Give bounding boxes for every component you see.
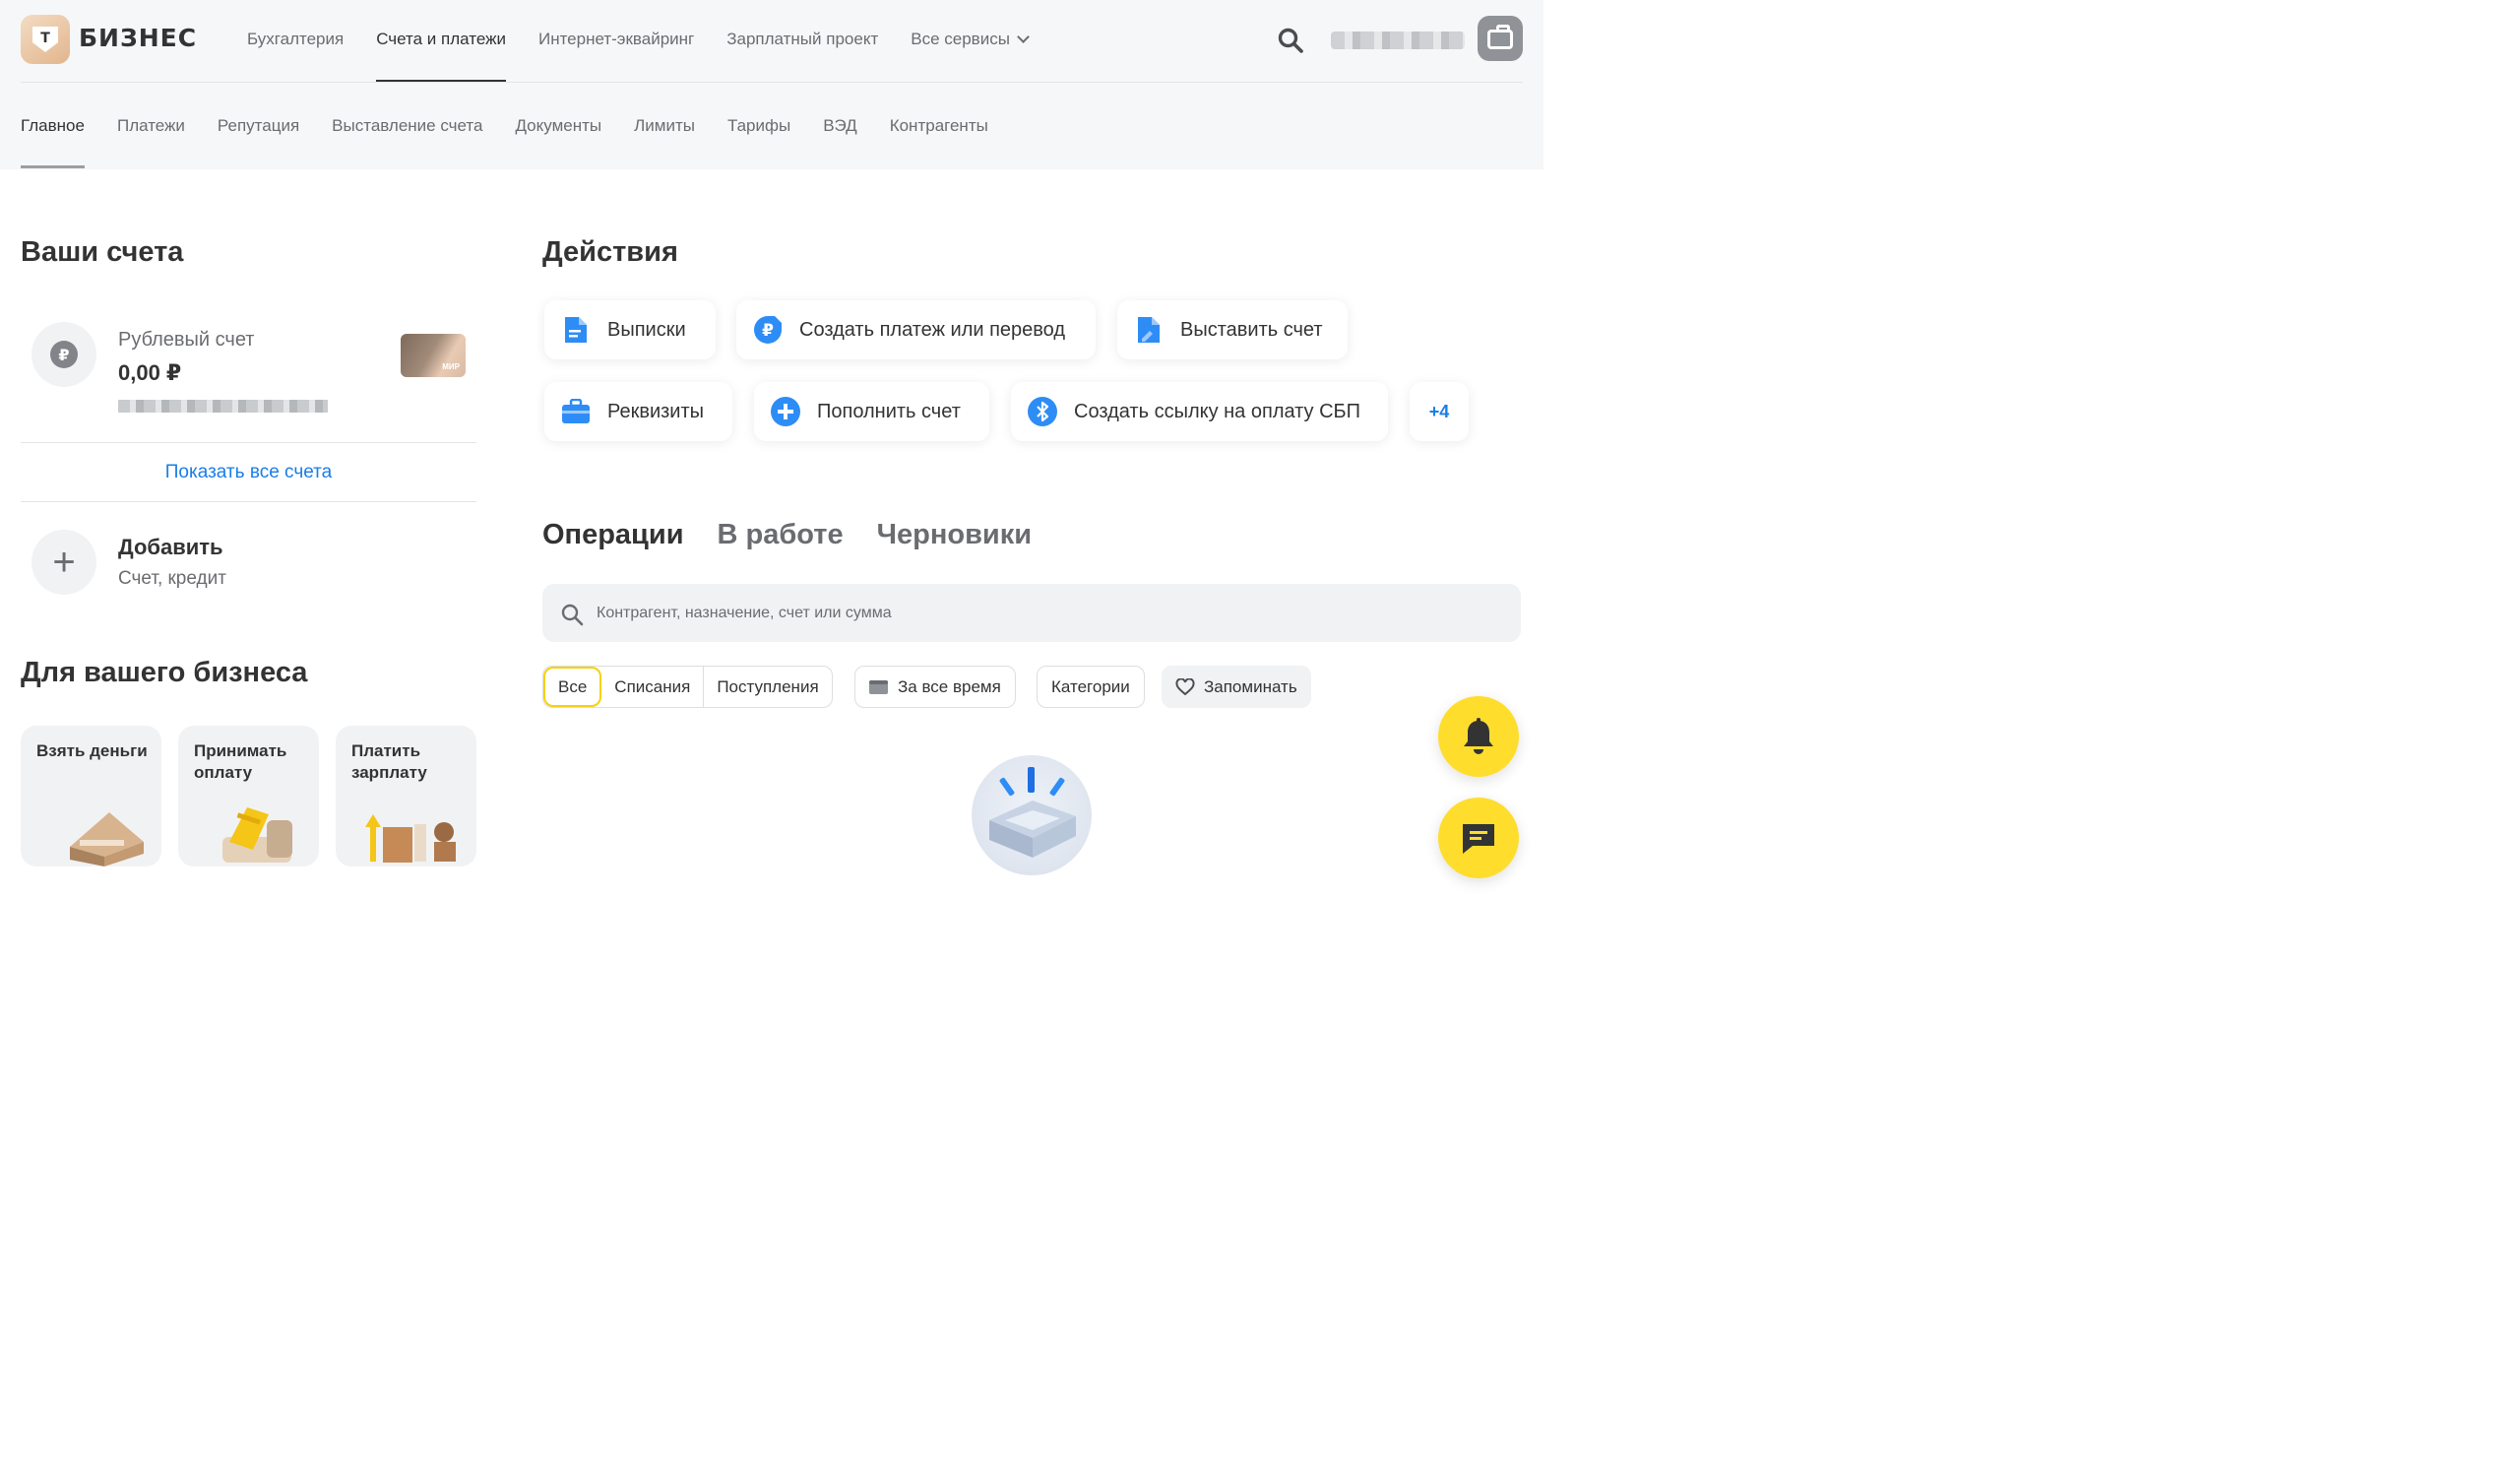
- search-input[interactable]: [597, 584, 1502, 642]
- sub-nav-item-counterparties[interactable]: Контрагенты: [890, 116, 988, 136]
- account-number-blurred: [118, 400, 328, 413]
- action-issue-invoice-button[interactable]: Выставить счет: [1117, 300, 1348, 359]
- sub-nav-item-reputation[interactable]: Репутация: [218, 116, 299, 136]
- sub-nav-item-payments[interactable]: Платежи: [117, 116, 185, 136]
- business-card-get-money[interactable]: Взять деньги: [21, 726, 161, 866]
- notifications-button[interactable]: [1438, 696, 1519, 777]
- briefcase-icon: [1487, 25, 1513, 49]
- period-label: За все время: [898, 676, 1001, 696]
- svg-text:₽: ₽: [762, 321, 774, 341]
- top-nav: Бухгалтерия Счета и платежи Интернет-экв…: [247, 30, 1060, 83]
- divider: [21, 442, 476, 443]
- header: Т БИЗНЕС Бухгалтерия Счета и платежи Инт…: [0, 0, 1544, 169]
- chat-icon: [1463, 824, 1494, 854]
- bell-icon: [1464, 718, 1493, 754]
- business-card-title: Платить зарплату: [351, 741, 427, 782]
- top-nav-item-acquiring[interactable]: Интернет-эквайринг: [538, 30, 694, 49]
- period-filter-button[interactable]: За все время: [854, 666, 1016, 708]
- actions-heading: Действия: [542, 236, 678, 268]
- sub-nav: Главное Платежи Репутация Выставление сч…: [21, 116, 1021, 168]
- search-icon: [561, 604, 584, 626]
- avatar[interactable]: [1478, 16, 1523, 61]
- action-top-up-button[interactable]: Пополнить счет: [754, 382, 989, 441]
- tab-operations[interactable]: Операции: [542, 519, 684, 551]
- sub-nav-item-main[interactable]: Главное: [21, 116, 85, 168]
- tab-in-progress[interactable]: В работе: [718, 519, 844, 551]
- divider: [21, 501, 476, 502]
- filter-all[interactable]: Все: [543, 667, 602, 707]
- accounts-heading: Ваши счета: [21, 236, 184, 268]
- header-divider: [21, 82, 1523, 83]
- add-account-subtitle: Счет, кредит: [118, 568, 226, 589]
- action-requisites-button[interactable]: Реквизиты: [544, 382, 732, 441]
- action-label: Реквизиты: [607, 400, 705, 422]
- action-label: Выставить счет: [1180, 318, 1323, 341]
- empty-operations-illustration: [972, 755, 1092, 875]
- remember-filters-button[interactable]: Запоминать: [1162, 666, 1311, 708]
- action-label: Создать ссылку на оплату СБП: [1074, 400, 1361, 422]
- bank-card-thumbnail[interactable]: МИР: [401, 334, 466, 377]
- brand-logo[interactable]: Т: [21, 15, 70, 64]
- sub-nav-item-documents[interactable]: Документы: [515, 116, 601, 136]
- categories-filter-button[interactable]: Категории: [1037, 666, 1145, 708]
- more-actions-button[interactable]: +4: [1410, 382, 1469, 441]
- card-label: МИР: [442, 362, 460, 371]
- document-icon: [560, 314, 592, 346]
- action-label: Выписки: [607, 318, 686, 341]
- empty-tray-icon: [989, 767, 1076, 858]
- sbp-icon: [1027, 396, 1058, 427]
- add-account-title[interactable]: Добавить: [118, 535, 223, 560]
- heart-icon: [1175, 677, 1195, 695]
- chat-button[interactable]: [1438, 798, 1519, 878]
- salary-illustration-icon: [365, 814, 456, 863]
- user-name-blurred[interactable]: [1331, 32, 1465, 49]
- account-balance: 0,00 ₽: [118, 360, 182, 385]
- add-icon[interactable]: +: [32, 530, 96, 595]
- chevron-down-icon: [1017, 31, 1030, 43]
- briefcase-icon: [560, 396, 592, 427]
- operation-type-filter: Все Списания Поступления: [542, 666, 833, 708]
- remember-label: Запоминать: [1204, 676, 1297, 696]
- action-label: Пополнить счет: [817, 400, 961, 422]
- business-heading: Для вашего бизнеса: [21, 657, 308, 688]
- top-nav-item-accounting[interactable]: Бухгалтерия: [247, 30, 344, 49]
- search-icon[interactable]: [1277, 27, 1304, 54]
- ruble-arrow-icon: ₽: [752, 314, 784, 346]
- account-name[interactable]: Рублевый счет: [118, 329, 254, 352]
- sub-nav-item-tariffs[interactable]: Тарифы: [727, 116, 790, 136]
- sub-nav-item-limits[interactable]: Лимиты: [634, 116, 695, 136]
- tab-drafts[interactable]: Черновики: [877, 519, 1032, 551]
- filter-debits[interactable]: Списания: [601, 667, 705, 707]
- top-nav-item-accounts-payments[interactable]: Счета и платежи: [376, 30, 506, 83]
- all-services-label: Все сервисы: [911, 30, 1010, 48]
- operations-search[interactable]: [542, 584, 1521, 642]
- sub-nav-item-invoicing[interactable]: Выставление счета: [332, 116, 482, 136]
- money-illustration-icon: [70, 812, 144, 866]
- terminal-illustration-icon: [222, 807, 292, 863]
- business-card-title: Взять деньги: [36, 741, 148, 760]
- account-icon[interactable]: ₽: [32, 322, 96, 387]
- plus-circle-icon: [770, 396, 801, 427]
- top-nav-item-all-services[interactable]: Все сервисы: [911, 30, 1030, 49]
- calendar-icon: [869, 680, 888, 694]
- action-sbp-link-button[interactable]: Создать ссылку на оплату СБП: [1011, 382, 1388, 441]
- action-create-payment-button[interactable]: ₽ Создать платеж или перевод: [736, 300, 1096, 359]
- business-card-title: Принимать оплату: [194, 741, 287, 782]
- filter-credits[interactable]: Поступления: [704, 667, 831, 707]
- action-statements-button[interactable]: Выписки: [544, 300, 716, 359]
- show-all-accounts-link[interactable]: Показать все счета: [21, 462, 476, 483]
- invoice-icon: [1133, 314, 1165, 346]
- business-card-accept-payment[interactable]: Принимать оплату: [178, 726, 319, 866]
- ruble-icon: ₽: [50, 341, 78, 368]
- operations-tabs: Операции В работе Черновики: [542, 519, 1065, 551]
- action-label: Создать платеж или перевод: [799, 318, 1066, 341]
- top-nav-item-salary[interactable]: Зарплатный проект: [726, 30, 878, 49]
- shield-logo-icon: Т: [32, 27, 58, 52]
- brand-name[interactable]: БИЗНЕС: [79, 24, 197, 52]
- sub-nav-item-ved[interactable]: ВЭД: [823, 116, 857, 136]
- business-card-pay-salary[interactable]: Платить зарплату: [336, 726, 476, 866]
